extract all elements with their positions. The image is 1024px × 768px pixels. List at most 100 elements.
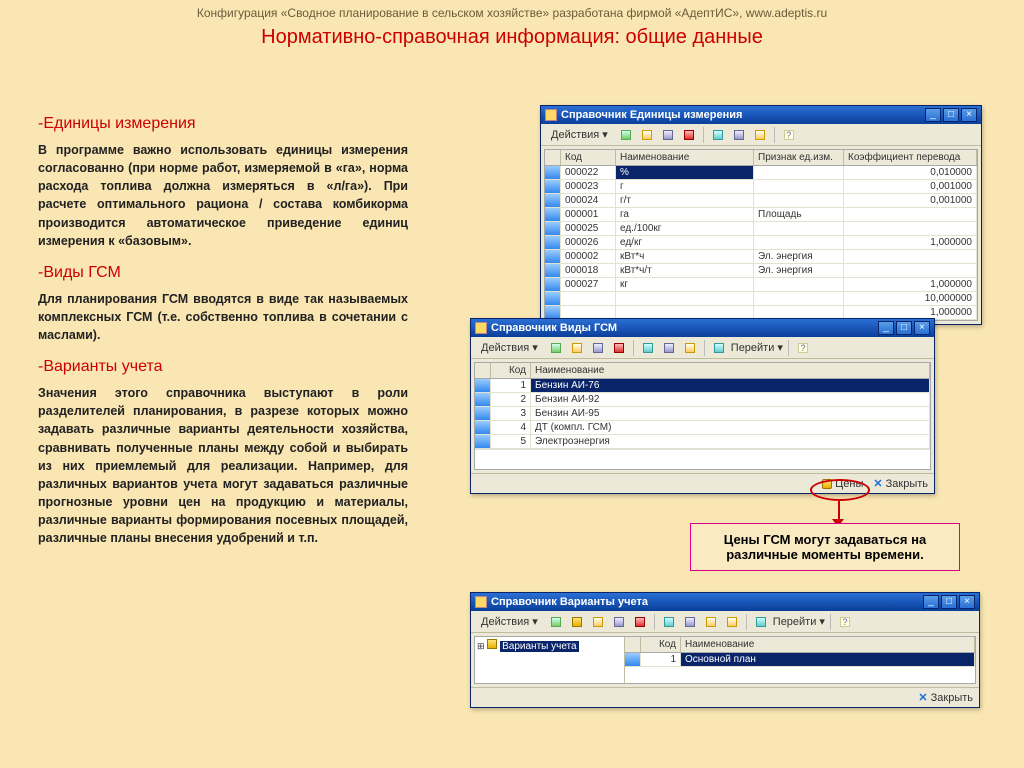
- row-icon: [545, 236, 561, 250]
- col-name[interactable]: Наименование: [531, 363, 930, 378]
- maximize-button[interactable]: □: [896, 321, 912, 335]
- maximize-button[interactable]: □: [941, 595, 957, 609]
- toolbar-hier-icon[interactable]: [660, 613, 678, 631]
- header-caption: Конфигурация «Сводное планирование в сел…: [0, 0, 1024, 22]
- toolbar-delete-icon[interactable]: [610, 339, 628, 357]
- toolbar-misc-icon[interactable]: [730, 126, 748, 144]
- col-name[interactable]: Наименование: [681, 637, 975, 652]
- toolbar-help-icon[interactable]: ?: [794, 339, 812, 357]
- window-units: Справочник Единицы измерения _ □ × Дейст…: [540, 105, 982, 325]
- table-row[interactable]: 4ДТ (компл. ГСМ): [475, 421, 930, 435]
- table-row[interactable]: 1Основной план: [625, 653, 975, 667]
- table-row[interactable]: 000027кг1,000000: [545, 278, 977, 292]
- actions-menu[interactable]: Действия ▾: [545, 128, 614, 141]
- table-row[interactable]: 3Бензин АИ-95: [475, 407, 930, 421]
- prices-button[interactable]: Цены: [822, 477, 863, 490]
- table-row[interactable]: 000024г/т0,001000: [545, 194, 977, 208]
- table-row[interactable]: 5Электроэнергия: [475, 435, 930, 449]
- toolbar-refresh-icon[interactable]: [709, 126, 727, 144]
- col-coef[interactable]: Коэффициент перевода: [844, 150, 977, 165]
- close-button[interactable]: ×: [959, 595, 975, 609]
- col-sign[interactable]: Признак ед.изм.: [754, 150, 844, 165]
- toolbar-new-icon[interactable]: [617, 126, 635, 144]
- col-code[interactable]: Код: [641, 637, 681, 652]
- table-row[interactable]: 000002кВт*чЭл. энергия: [545, 250, 977, 264]
- grid-header: Код Наименование: [475, 363, 930, 379]
- grid-header: Код Наименование Признак ед.изм. Коэффиц…: [545, 150, 977, 166]
- toolbar-help-icon[interactable]: ?: [836, 613, 854, 631]
- toolbar-misc2-icon[interactable]: [702, 613, 720, 631]
- tree-root-item[interactable]: Варианты учета: [500, 641, 578, 652]
- text-column: -Единицы измерения В программе важно исп…: [38, 105, 408, 561]
- table-row[interactable]: 1Бензин АИ-76: [475, 379, 930, 393]
- table-row[interactable]: 000022%0,010000: [545, 166, 977, 180]
- grid: Код Наименование Признак ед.изм. Коэффиц…: [544, 149, 978, 321]
- close-button[interactable]: ×: [961, 108, 977, 122]
- toolbar-misc-icon[interactable]: [660, 339, 678, 357]
- titlebar[interactable]: Справочник Единицы измерения _ □ ×: [541, 106, 981, 124]
- close-link[interactable]: ✕Закрыть: [873, 477, 928, 490]
- toolbar-new-icon[interactable]: [547, 339, 565, 357]
- row-icon: [545, 166, 561, 180]
- window-variants: Справочник Варианты учета _ □ × Действия…: [470, 592, 980, 708]
- toolbar-goto-icon[interactable]: [752, 613, 770, 631]
- table-row[interactable]: 2Бензин АИ-92: [475, 393, 930, 407]
- table-row[interactable]: 000018кВт*ч/тЭл. энергия: [545, 264, 977, 278]
- toolbar-new-icon[interactable]: [547, 613, 565, 631]
- toolbar-misc-icon[interactable]: [681, 613, 699, 631]
- row-icon: [475, 435, 491, 449]
- maximize-button[interactable]: □: [943, 108, 959, 122]
- row-icon: [545, 264, 561, 278]
- window-title: Справочник Виды ГСМ: [491, 322, 874, 334]
- table-row[interactable]: 000023г0,001000: [545, 180, 977, 194]
- section-heading-gsm: -Виды ГСМ: [38, 264, 408, 282]
- goto-menu[interactable]: Перейти ▾: [773, 615, 825, 628]
- row-icon: [545, 194, 561, 208]
- app-icon: [475, 322, 487, 334]
- grid-header: Код Наименование: [625, 637, 975, 653]
- toolbar-edit-icon[interactable]: [589, 339, 607, 357]
- toolbar-add-icon[interactable]: [568, 339, 586, 357]
- minimize-button[interactable]: _: [878, 321, 894, 335]
- col-name[interactable]: Наименование: [616, 150, 754, 165]
- table-row[interactable]: 000026ед/кг1,000000: [545, 236, 977, 250]
- toolbar-help-icon[interactable]: ?: [780, 126, 798, 144]
- toolbar-edit-icon[interactable]: [610, 613, 628, 631]
- row-icon: [545, 250, 561, 264]
- toolbar-goto-icon[interactable]: [710, 339, 728, 357]
- col-code[interactable]: Код: [491, 363, 531, 378]
- section-body-units: В программе важно использовать единицы и…: [38, 141, 408, 250]
- toolbar-addgrp-icon[interactable]: [568, 613, 586, 631]
- actions-menu[interactable]: Действия ▾: [475, 615, 544, 628]
- toolbar-delete-icon[interactable]: [631, 613, 649, 631]
- goto-menu[interactable]: Перейти ▾: [731, 341, 783, 354]
- app-icon: [545, 109, 557, 121]
- toolbar-misc2-icon[interactable]: [681, 339, 699, 357]
- toolbar-refresh-icon[interactable]: [639, 339, 657, 357]
- toolbar: Действия ▾ Перейти ▾ ?: [471, 611, 979, 633]
- minimize-button[interactable]: _: [923, 595, 939, 609]
- tree-panel[interactable]: ⊞ Варианты учета: [475, 637, 625, 683]
- window-title: Справочник Варианты учета: [491, 596, 919, 608]
- toolbar-add-icon[interactable]: [589, 613, 607, 631]
- toolbar-misc2-icon[interactable]: [751, 126, 769, 144]
- close-button[interactable]: ×: [914, 321, 930, 335]
- close-icon: ✕: [873, 477, 882, 490]
- titlebar[interactable]: Справочник Виды ГСМ _ □ ×: [471, 319, 934, 337]
- toolbar: Действия ▾ ?: [541, 124, 981, 146]
- window-footer: Цены ✕Закрыть: [471, 473, 934, 493]
- table-row[interactable]: 000001гаПлощадь: [545, 208, 977, 222]
- toolbar-misc3-icon[interactable]: [723, 613, 741, 631]
- titlebar[interactable]: Справочник Варианты учета _ □ ×: [471, 593, 979, 611]
- cash-icon: [822, 479, 832, 489]
- minimize-button[interactable]: _: [925, 108, 941, 122]
- actions-menu[interactable]: Действия ▾: [475, 341, 544, 354]
- table-row[interactable]: 000025ед./100кг: [545, 222, 977, 236]
- close-link[interactable]: ✕Закрыть: [918, 691, 973, 704]
- col-code[interactable]: Код: [561, 150, 616, 165]
- table-row[interactable]: 10,000000: [545, 292, 977, 306]
- row-icon: [545, 278, 561, 292]
- toolbar-add-icon[interactable]: [638, 126, 656, 144]
- toolbar-delete-icon[interactable]: [680, 126, 698, 144]
- toolbar-edit-icon[interactable]: [659, 126, 677, 144]
